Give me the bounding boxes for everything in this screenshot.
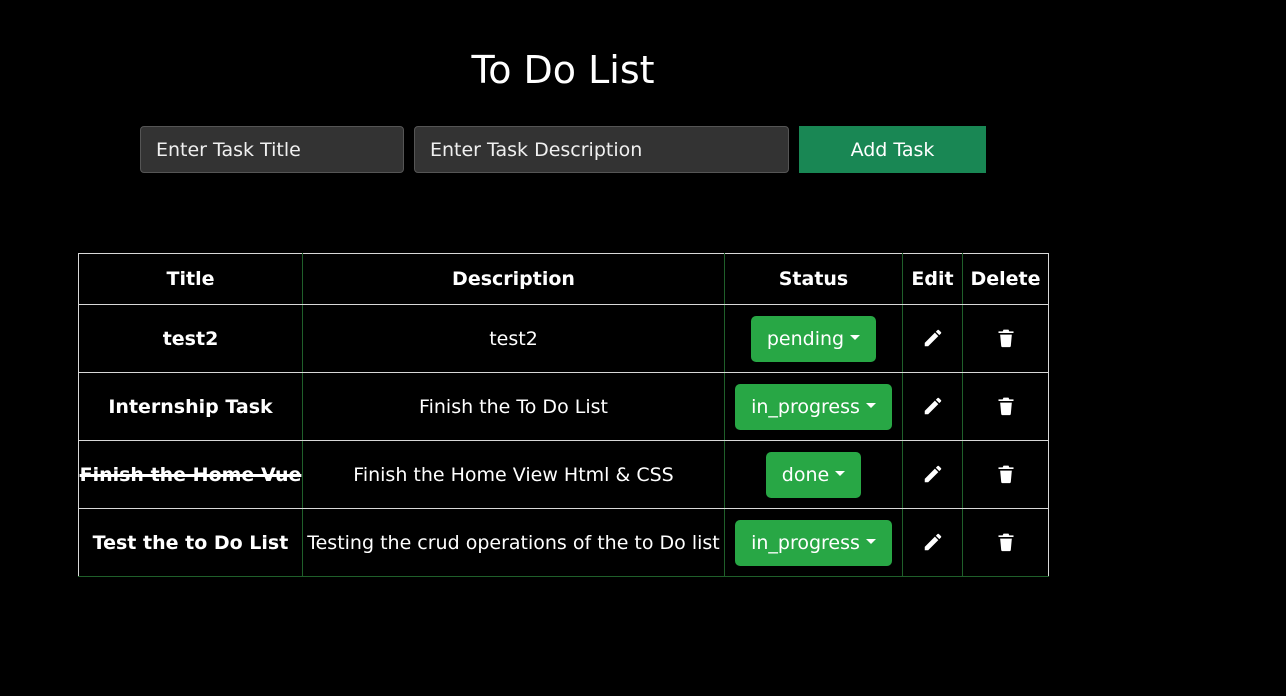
task-description-input[interactable] (414, 126, 789, 173)
add-task-button[interactable]: Add Task (799, 126, 986, 173)
task-delete-cell (962, 508, 1049, 577)
edit-task-button[interactable] (918, 527, 948, 557)
caret-down-icon (865, 539, 876, 544)
status-dropdown-button[interactable]: in_progress (735, 383, 892, 430)
status-label: done (781, 463, 830, 486)
task-title-cell: Internship Task (78, 372, 303, 441)
column-header-title: Title (78, 253, 303, 305)
pencil-icon (924, 465, 941, 483)
task-delete-cell (962, 304, 1049, 373)
status-dropdown-button[interactable]: done (765, 451, 862, 498)
task-status-cell: in_progress (724, 372, 903, 441)
table-row: Finish the Home Vue Finish the Home View… (78, 440, 1049, 509)
pencil-icon (924, 397, 941, 415)
task-status-cell: done (724, 440, 903, 509)
task-description-cell: Testing the crud operations of the to Do… (302, 508, 725, 577)
task-description-cell: Finish the Home View Html & CSS (302, 440, 725, 509)
table-row: Test the to Do List Testing the crud ope… (78, 508, 1049, 577)
trash-icon (998, 465, 1013, 484)
task-title-cell: Test the to Do List (78, 508, 303, 577)
delete-task-button[interactable] (991, 391, 1021, 421)
task-title-input[interactable] (140, 126, 404, 173)
pencil-icon (924, 329, 941, 347)
task-status-cell: pending (724, 304, 903, 373)
add-task-form: Add Task (140, 126, 986, 173)
status-label: pending (766, 327, 845, 350)
status-dropdown-button[interactable]: pending (750, 315, 877, 362)
task-delete-cell (962, 440, 1049, 509)
task-edit-cell (902, 440, 963, 509)
trash-icon (998, 533, 1013, 552)
pencil-icon (924, 533, 941, 551)
status-label: in_progress (751, 395, 860, 418)
trash-icon (998, 397, 1013, 416)
column-header-status: Status (724, 253, 903, 305)
task-description-cell: test2 (302, 304, 725, 373)
status-dropdown-button[interactable]: in_progress (735, 519, 892, 566)
task-status-cell: in_progress (724, 508, 903, 577)
caret-down-icon (850, 335, 861, 340)
todo-page: To Do List Add Task Title Description St… (0, 0, 1286, 696)
status-label: in_progress (751, 531, 860, 554)
delete-task-button[interactable] (991, 527, 1021, 557)
edit-task-button[interactable] (918, 391, 948, 421)
task-table: Title Description Status Edit Delete tes… (78, 253, 1049, 577)
delete-task-button[interactable] (991, 323, 1021, 353)
column-header-delete: Delete (962, 253, 1049, 305)
column-header-edit: Edit (902, 253, 963, 305)
page-title: To Do List (471, 48, 655, 92)
task-description-cell: Finish the To Do List (302, 372, 725, 441)
caret-down-icon (865, 403, 876, 408)
caret-down-icon (835, 471, 846, 476)
edit-task-button[interactable] (918, 459, 948, 489)
delete-task-button[interactable] (991, 459, 1021, 489)
task-delete-cell (962, 372, 1049, 441)
task-edit-cell (902, 508, 963, 577)
edit-task-button[interactable] (918, 323, 948, 353)
table-row: Internship Task Finish the To Do List in… (78, 372, 1049, 441)
task-edit-cell (902, 372, 963, 441)
table-header-row: Title Description Status Edit Delete (78, 253, 1049, 305)
task-edit-cell (902, 304, 963, 373)
column-header-description: Description (302, 253, 725, 305)
task-title-cell: test2 (78, 304, 303, 373)
task-title-cell: Finish the Home Vue (78, 440, 303, 509)
table-row: test2 test2 pending (78, 304, 1049, 373)
trash-icon (998, 329, 1013, 348)
